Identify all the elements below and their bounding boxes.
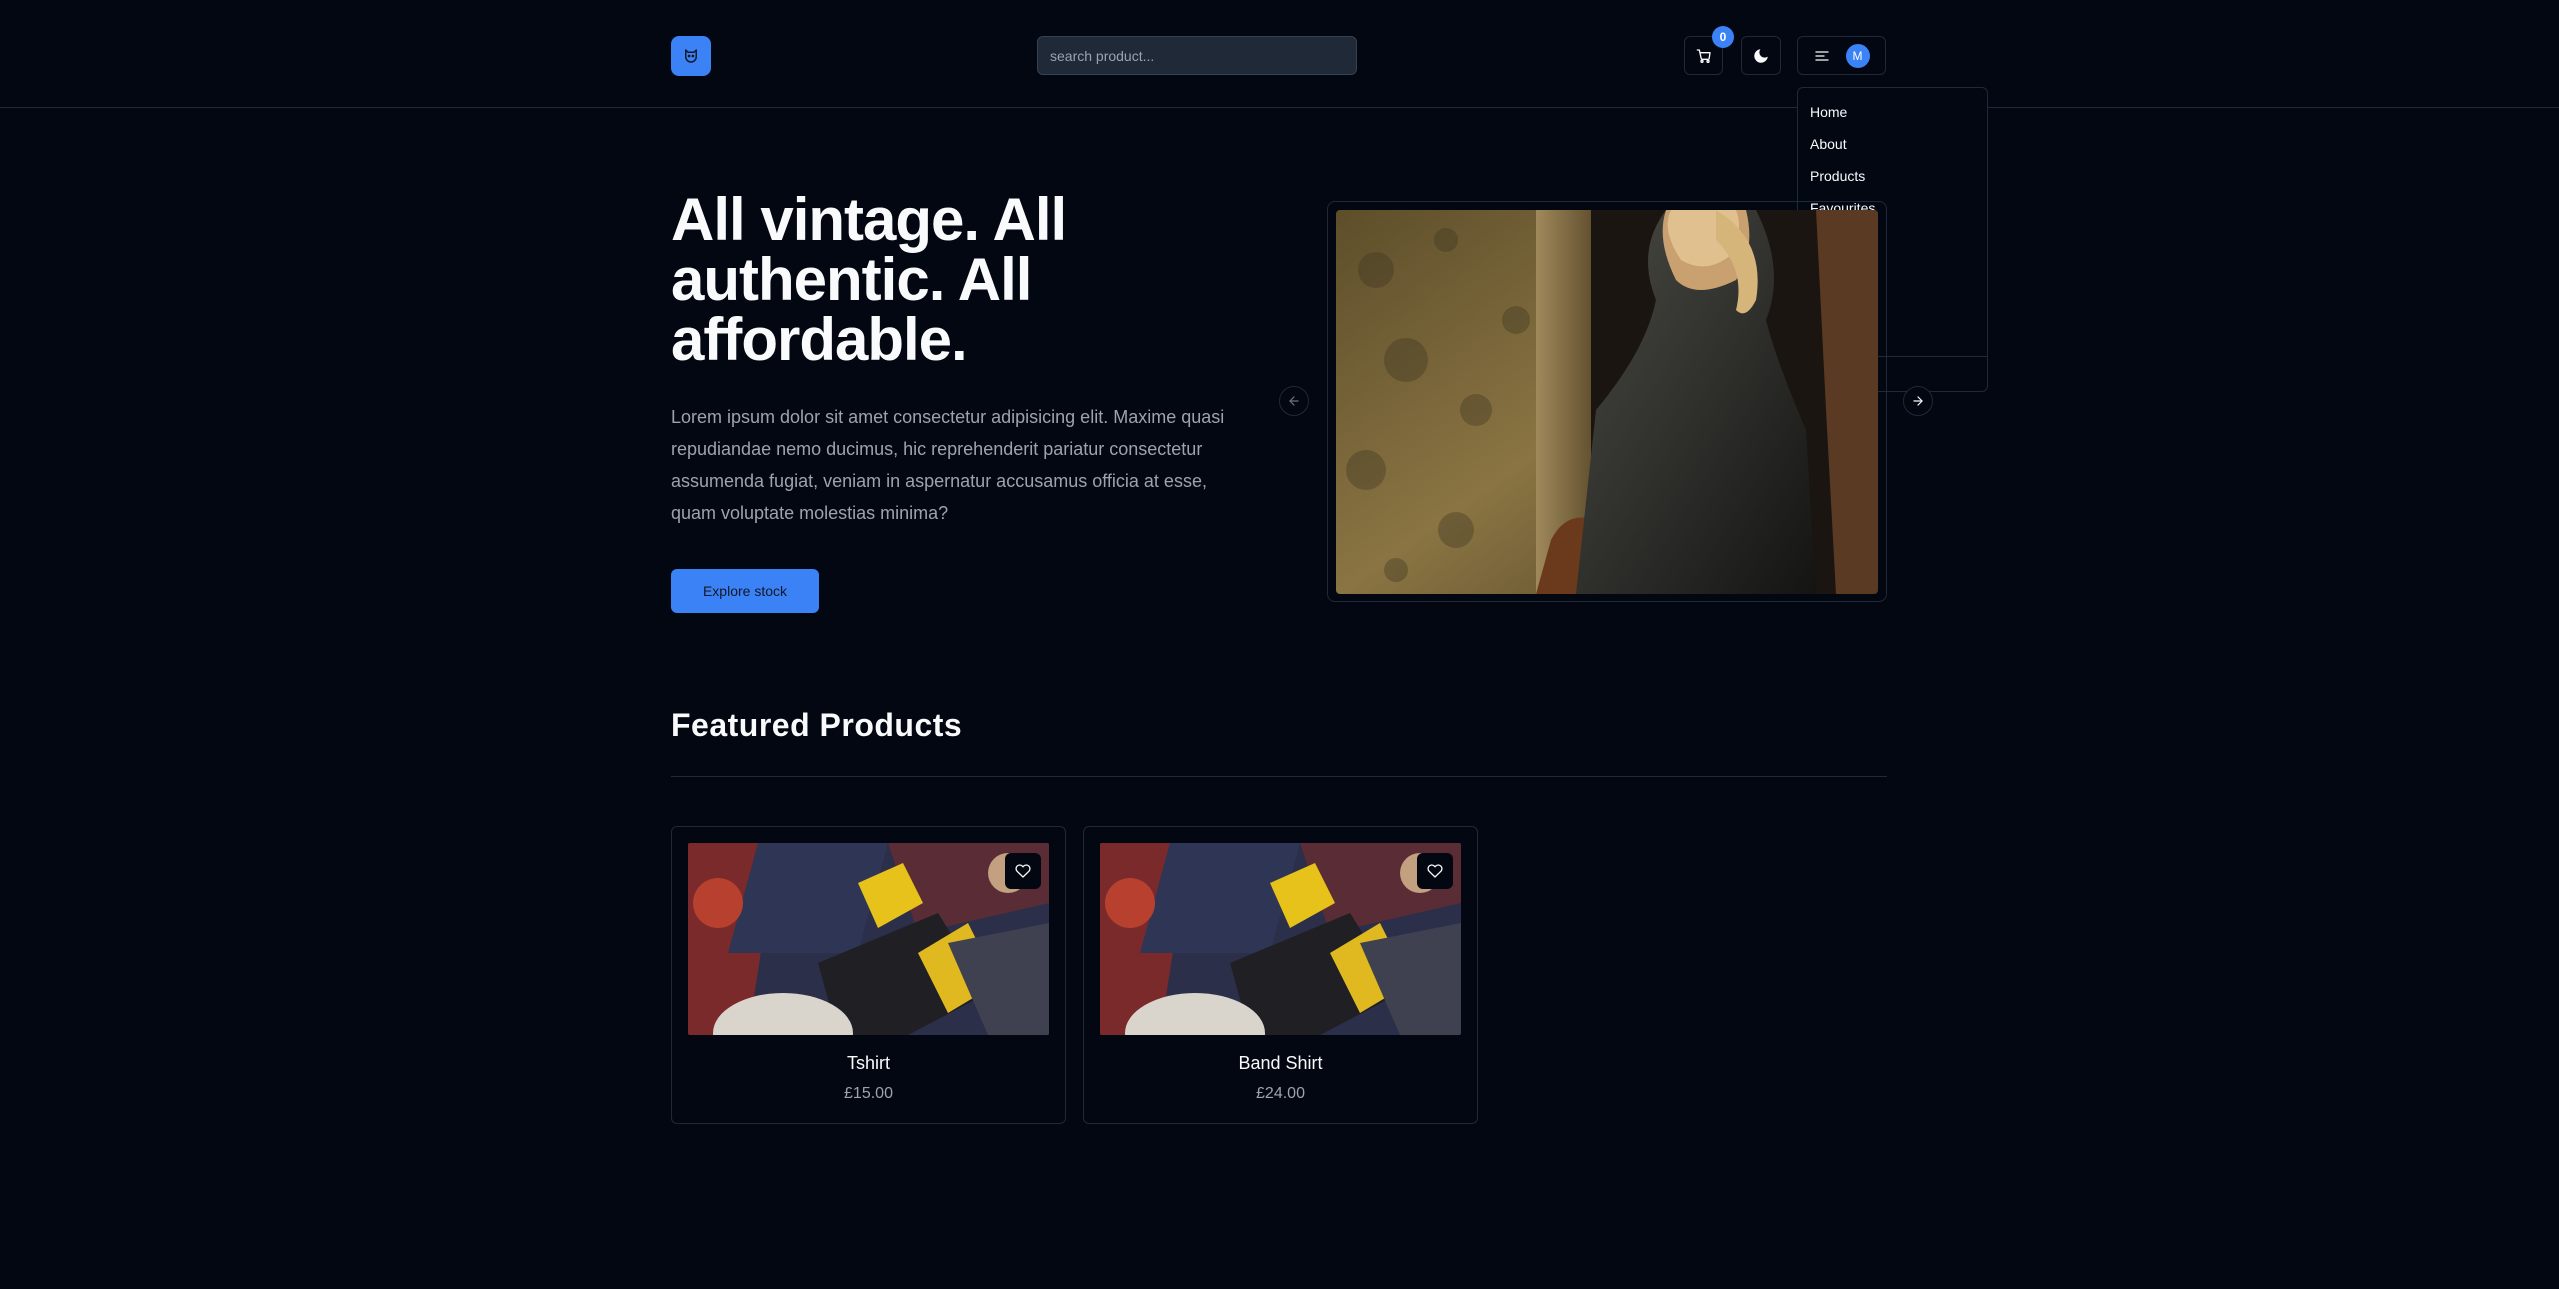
menu-item-about[interactable]: About — [1798, 128, 1987, 160]
hero-title-line: All vintage. All — [671, 186, 1067, 253]
product-image — [1100, 843, 1461, 1035]
theme-toggle-button[interactable] — [1741, 36, 1781, 75]
product-name: Tshirt — [846, 1053, 890, 1073]
hero-text-line: repudiandae nemo ducimus, hic reprehende… — [671, 439, 1203, 459]
cart-icon — [1696, 48, 1711, 63]
hero-description: Lorem ipsum dolor sit amet consectetur a… — [671, 401, 1231, 529]
menu-lines-icon — [1814, 50, 1829, 61]
hero-carousel — [1327, 201, 1887, 602]
moon-icon — [1754, 48, 1768, 63]
heart-icon — [1015, 864, 1031, 878]
featured-products-heading: Featured Products — [671, 707, 963, 743]
logo[interactable] — [671, 36, 711, 76]
arrow-left-icon — [1289, 396, 1299, 406]
avatar: M — [1845, 43, 1870, 68]
carousel-prev-button[interactable] — [1279, 386, 1309, 416]
cart-count-badge: 0 — [1712, 26, 1734, 48]
hero-title-line: authentic. All — [671, 246, 1032, 313]
product-card[interactable]: Band Shirt £24.00 — [1083, 826, 1478, 1124]
product-price: £24.00 — [1256, 1085, 1305, 1102]
explore-stock-button[interactable]: Explore stock — [671, 569, 819, 613]
carousel-image — [1336, 210, 1878, 594]
hero-text-line: assumenda fugiat, veniam in aspernatur a… — [671, 471, 1207, 491]
heart-icon — [1427, 864, 1443, 878]
menu-item-home[interactable]: Home — [1798, 96, 1987, 128]
site-header: 0 M — [0, 0, 2559, 108]
hero-title: All vintage. All authentic. All affordab… — [671, 190, 1231, 370]
product-name: Band Shirt — [1238, 1053, 1323, 1073]
cat-logo-icon — [685, 49, 697, 63]
favourite-button[interactable] — [1005, 853, 1041, 889]
account-menu-button[interactable]: M — [1797, 36, 1886, 75]
product-card[interactable]: Tshirt £15.00 — [671, 826, 1066, 1124]
hero-text-line: Lorem ipsum dolor sit amet consectetur a… — [671, 407, 1225, 427]
hero-title-line: affordable. — [671, 306, 968, 373]
favourite-button[interactable] — [1417, 853, 1453, 889]
section-divider — [671, 776, 1887, 777]
carousel-next-button[interactable] — [1903, 386, 1933, 416]
product-image — [688, 843, 1049, 1035]
menu-item-products[interactable]: Products — [1798, 160, 1987, 192]
hero-text-line: quam voluptate molestias minima? — [671, 503, 949, 523]
arrow-right-icon — [1913, 396, 1923, 406]
search-input[interactable] — [1037, 36, 1357, 75]
product-price: £15.00 — [844, 1085, 893, 1102]
